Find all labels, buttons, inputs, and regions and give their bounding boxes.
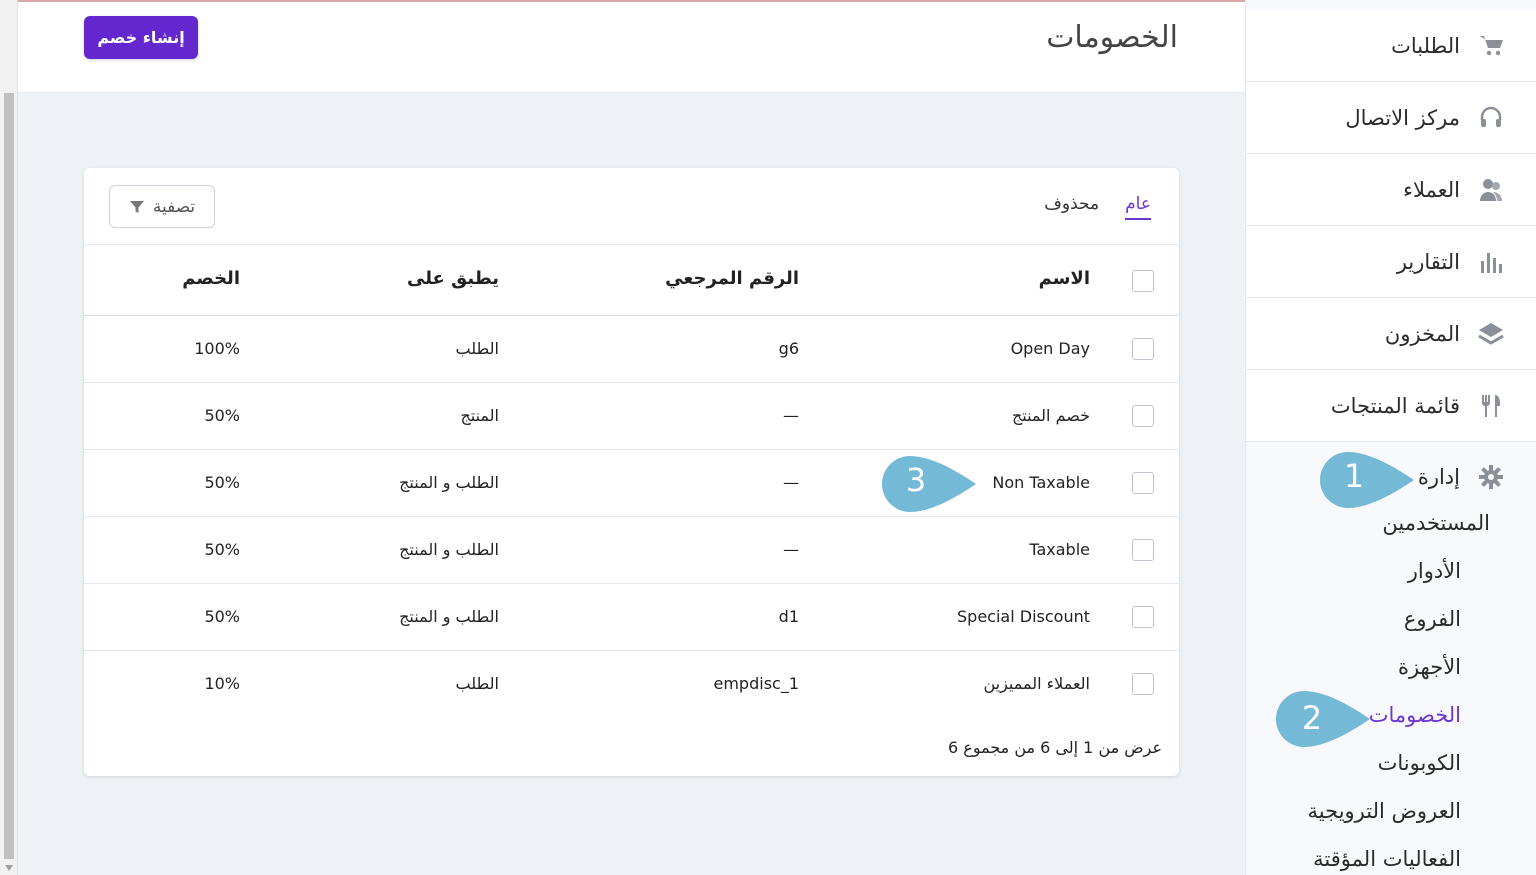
pagination-summary: عرض من 1 إلى 6 من مجموع 6: [948, 738, 1162, 757]
cell-applies-to: الطلب و المنتج: [399, 473, 499, 492]
select-all-checkbox[interactable]: [1132, 270, 1154, 292]
cell-applies-to: الطلب: [455, 339, 499, 358]
cell-applies-to: الطلب و المنتج: [399, 607, 499, 626]
callout-marker-3: 3: [882, 456, 976, 512]
header-applies-to: يطبق على: [407, 268, 499, 289]
table-header-row: الاسم الرقم المرجعي يطبق على الخصم: [84, 245, 1179, 316]
sidebar-item-label: التقارير: [1396, 249, 1460, 274]
page-title: الخصومات: [1046, 20, 1178, 55]
cell-name: Non Taxable: [992, 473, 1090, 492]
filter-icon: [129, 200, 144, 213]
row-checkbox[interactable]: [1132, 606, 1154, 628]
sidebar-item-label: الطلبات: [1391, 33, 1460, 58]
cell-discount: 100%: [194, 339, 240, 358]
cell-reference: empdisc_1: [713, 674, 800, 693]
header-discount: الخصم: [182, 268, 240, 289]
bar-chart-icon: [1476, 247, 1506, 277]
create-discount-button[interactable]: إنشاء خصم: [84, 16, 198, 59]
users-icon: [1476, 175, 1506, 205]
cell-applies-to: الطلب: [455, 674, 499, 693]
utensils-icon: [1476, 391, 1506, 421]
sidebar-item-label: قائمة المنتجات: [1330, 393, 1460, 418]
sidebar-item-customers[interactable]: العملاء: [1246, 154, 1536, 226]
cell-name: Open Day: [1010, 339, 1090, 358]
cell-name: Taxable: [1029, 540, 1090, 559]
cell-reference: —: [783, 406, 799, 425]
callout-marker-2: 2: [1276, 691, 1370, 747]
cart-icon: [1476, 31, 1506, 61]
cell-reference: —: [783, 473, 799, 492]
headset-icon: [1476, 103, 1506, 133]
sidebar-item-product-menu[interactable]: قائمة المنتجات: [1246, 370, 1536, 442]
sidebar-item-label: مركز الاتصال: [1345, 105, 1460, 130]
tab-deleted[interactable]: محذوف: [1044, 194, 1099, 220]
tab-general[interactable]: عام: [1125, 194, 1151, 220]
scrollbar-thumb[interactable]: [4, 93, 14, 859]
sidebar-item-label: المخزون: [1384, 321, 1460, 346]
row-checkbox[interactable]: [1132, 338, 1154, 360]
sidebar-sub-roles[interactable]: الأدوار: [1245, 547, 1536, 595]
row-checkbox[interactable]: [1132, 405, 1154, 427]
row-checkbox[interactable]: [1132, 673, 1154, 695]
sidebar-item-inventory[interactable]: المخزون: [1246, 298, 1536, 370]
scroll-down-arrow-icon[interactable]: [5, 865, 13, 871]
cell-discount: 10%: [204, 674, 240, 693]
table-row[interactable]: Open Day g6 الطلب 100%: [84, 316, 1179, 383]
cell-reference: d1: [778, 607, 799, 626]
table-row[interactable]: العملاء المميزين empdisc_1 الطلب 10%: [84, 651, 1179, 718]
row-checkbox[interactable]: [1132, 472, 1154, 494]
sidebar-sub-promotions[interactable]: العروض الترويجية: [1245, 787, 1536, 835]
callout-marker-1: 1: [1320, 452, 1414, 508]
header-reference: الرقم المرجعي: [665, 268, 799, 289]
cell-discount: 50%: [204, 473, 240, 492]
callout-number: 2: [1302, 699, 1322, 737]
page-scrollbar[interactable]: [0, 0, 18, 875]
sidebar-admin-section: إدارة المستخدمين الأدوار الفروع الأجهزة …: [1245, 455, 1536, 875]
cell-discount: 50%: [204, 406, 240, 425]
page-header: الخصومات إنشاء خصم: [18, 2, 1245, 93]
sidebar-item-orders[interactable]: الطلبات: [1246, 10, 1536, 82]
table-row[interactable]: Non Taxable — الطلب و المنتج 50%: [84, 450, 1179, 517]
cell-discount: 50%: [204, 607, 240, 626]
cell-applies-to: المنتج: [460, 406, 499, 425]
table-row[interactable]: خصم المنتج — المنتج 50%: [84, 383, 1179, 450]
gear-icon: [1476, 462, 1506, 492]
filter-button[interactable]: تصفية: [109, 185, 215, 228]
cell-reference: —: [783, 540, 799, 559]
sidebar-sub-branches[interactable]: الفروع: [1245, 595, 1536, 643]
sidebar-sub-timed-events[interactable]: الفعاليات المؤقتة: [1245, 835, 1536, 875]
callout-number: 3: [906, 461, 926, 499]
sidebar-item-label: العملاء: [1403, 177, 1460, 202]
cell-name: العملاء المميزين: [983, 674, 1090, 693]
table-row[interactable]: Special Discount d1 الطلب و المنتج 50%: [84, 584, 1179, 651]
sidebar-item-contact-center[interactable]: مركز الاتصال: [1246, 82, 1536, 154]
cell-name: خصم المنتج: [1011, 406, 1090, 425]
cell-discount: 50%: [204, 540, 240, 559]
filter-button-label: تصفية: [152, 196, 196, 217]
cell-applies-to: الطلب و المنتج: [399, 540, 499, 559]
tabs: عام محذوف: [1044, 194, 1151, 220]
layers-icon: [1476, 319, 1506, 349]
sidebar-item-reports[interactable]: التقارير: [1246, 226, 1536, 298]
cell-reference: g6: [778, 339, 799, 358]
callout-number: 1: [1344, 457, 1364, 495]
cell-name: Special Discount: [957, 607, 1090, 626]
header-name: الاسم: [1038, 268, 1090, 289]
sidebar-item-label: إدارة: [1417, 465, 1460, 489]
discounts-card: عام محذوف تصفية الاسم الرقم المرجعي يطبق…: [84, 168, 1179, 776]
sidebar-sub-devices[interactable]: الأجهزة: [1245, 643, 1536, 691]
table-row[interactable]: Taxable — الطلب و المنتج 50%: [84, 517, 1179, 584]
row-checkbox[interactable]: [1132, 539, 1154, 561]
